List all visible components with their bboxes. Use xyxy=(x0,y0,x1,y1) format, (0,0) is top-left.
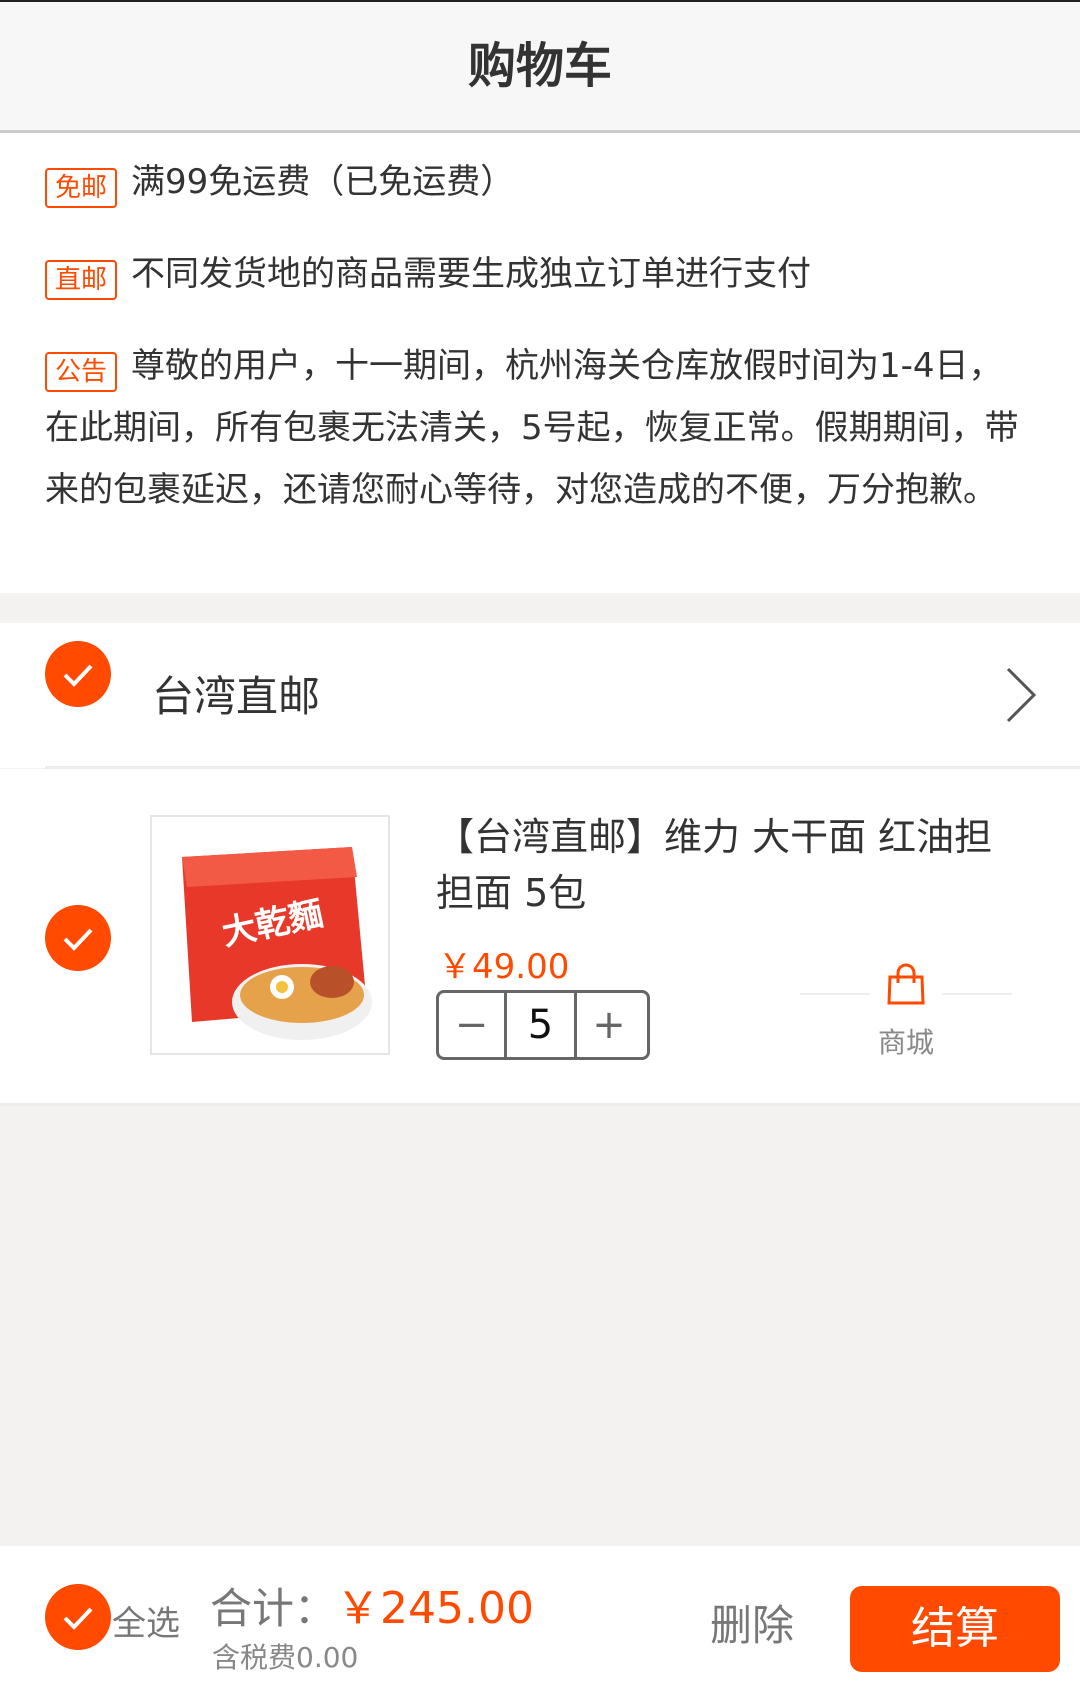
product-image[interactable]: 大乾麵 xyxy=(150,815,390,1055)
check-icon xyxy=(63,1607,93,1630)
increase-button[interactable]: + xyxy=(577,993,641,1057)
check-icon xyxy=(63,928,93,951)
notice-tag: 免邮 xyxy=(45,167,118,208)
shop-row[interactable]: 台湾直邮 xyxy=(0,623,1080,768)
total: 合计：￥245.00 xyxy=(210,1572,534,1636)
notice-text: 尊敬的用户，十一期间，杭州海关仓库放假时间为1-4日，在此期间，所有包裹无法清关… xyxy=(45,346,1019,510)
notice-panel: 免邮 满99免运费（已免运费） 直邮 不同发货地的商品需要生成独立订单进行支付 公告… xyxy=(0,133,1080,593)
notice-direct-mail: 直邮 不同发货地的商品需要生成独立订单进行支付 xyxy=(45,243,1035,305)
notice-text: 满99免运费（已免运费） xyxy=(131,162,515,202)
tax-label: 含税费0.00 xyxy=(212,1641,359,1674)
product-title[interactable]: 【台湾直邮】维力 大干面 红油担担面 5包 xyxy=(436,809,1026,921)
delete-button[interactable]: 删除 xyxy=(710,1592,794,1653)
chevron-right-icon[interactable] xyxy=(1002,665,1038,725)
check-icon xyxy=(63,664,93,687)
shop-checkbox[interactable] xyxy=(45,641,111,707)
checkout-button[interactable]: 结算 xyxy=(850,1586,1060,1672)
notice-text: 不同发货地的商品需要生成独立订单进行支付 xyxy=(131,254,812,294)
cart-item: 大乾麵 【台湾直邮】维力 大干面 红油担担面 5包 ￥49.00 − 5 + 商… xyxy=(0,769,1080,1106)
mall-badge: 商城 xyxy=(800,963,1012,1061)
quantity-input[interactable]: 5 xyxy=(507,993,577,1057)
divider xyxy=(800,993,870,995)
notice-free-shipping: 免邮 满99免运费（已免运费） xyxy=(45,151,1035,213)
item-checkbox[interactable] xyxy=(45,905,111,971)
divider xyxy=(942,993,1012,995)
mall-label: 商城 xyxy=(877,1026,934,1059)
product-price: ￥49.00 xyxy=(438,947,570,987)
select-all-label[interactable]: 全选 xyxy=(112,1596,180,1645)
notice-tag: 直邮 xyxy=(45,259,118,300)
total-label: 合计： xyxy=(210,1584,337,1633)
notice-tag: 公告 xyxy=(45,351,118,392)
decrease-button[interactable]: − xyxy=(439,993,507,1057)
page-title: 购物车 xyxy=(0,0,1080,133)
notice-announcement: 公告 尊敬的用户，十一期间，杭州海关仓库放假时间为1-4日，在此期间，所有包裹无法… xyxy=(45,335,1035,521)
shop-name: 台湾直邮 xyxy=(152,672,321,721)
noodle-package-image: 大乾麵 xyxy=(182,847,372,1040)
shopping-bag-icon xyxy=(887,963,925,1005)
total-amount: ￥245.00 xyxy=(336,1583,534,1634)
quantity-stepper: − 5 + xyxy=(436,990,650,1060)
select-all-checkbox[interactable] xyxy=(45,1584,111,1650)
checkout-bar: 全选 合计：￥245.00 含税费0.00 删除 结算 xyxy=(0,1546,1080,1692)
